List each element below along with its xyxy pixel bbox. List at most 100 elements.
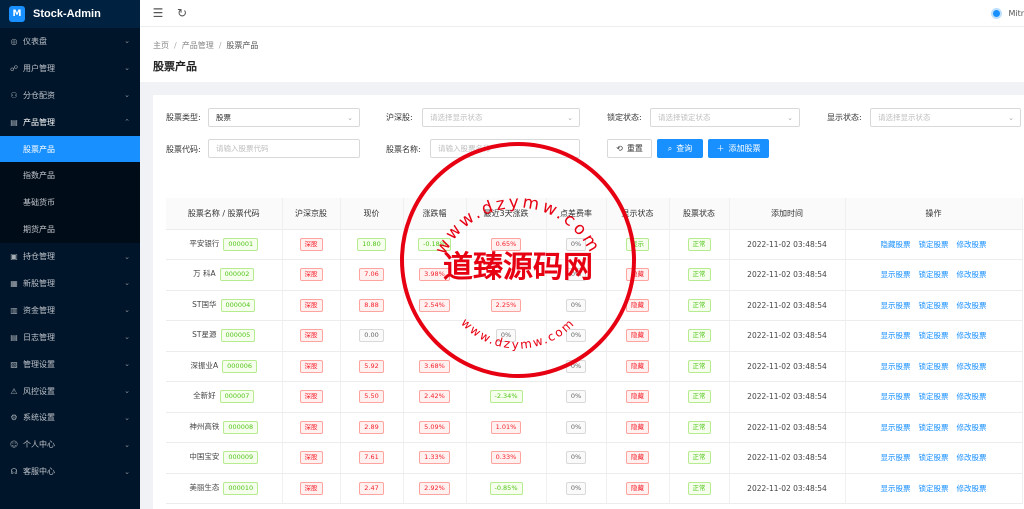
change3-tag: -2.34%: [489, 390, 523, 404]
change3-tag: 0.33%: [490, 451, 522, 465]
chevron-down-icon: ⌄: [124, 279, 130, 288]
user-menu[interactable]: Mitr: [991, 7, 1024, 19]
sidebar-subitem[interactable]: 股票产品: [0, 135, 140, 163]
show-status-tag: 隐藏: [626, 481, 649, 495]
refresh-icon[interactable]: ↻: [176, 6, 188, 20]
sidebar-item-settings[interactable]: ⚙ 系统设置 ⌄: [0, 404, 140, 431]
market-select[interactable]: 请选择显示状态 ⌄: [422, 108, 580, 127]
added-time: 2022-11-02 03:48:54: [729, 381, 846, 413]
sidebar-item-manage[interactable]: ▧ 管理设置 ⌄: [0, 351, 140, 378]
chevron-down-icon: ⌄: [124, 413, 130, 422]
row-actions: 隐藏股票 锁定股票 修改股票: [845, 229, 1023, 260]
lock-stock-link[interactable]: 锁定股票: [919, 423, 949, 432]
sidebar-item-log[interactable]: ▤ 日志管理 ⌄: [0, 324, 140, 351]
sidebar-item-branch[interactable]: ⚇ 分仓配资 ⌄: [0, 82, 140, 109]
sidebar-item-position[interactable]: ▣ 持仓管理 ⌄: [0, 243, 140, 270]
lock-stock-link[interactable]: 锁定股票: [919, 484, 949, 493]
menu-toggle-icon[interactable]: ☰: [152, 6, 164, 20]
sidebar-item-person[interactable]: ☺ 个人中心 ⌄: [0, 431, 140, 458]
avatar[interactable]: [991, 7, 1003, 19]
lock-stock-link[interactable]: 锁定股票: [919, 453, 949, 462]
stock-code-input[interactable]: 请输入股票代码: [208, 139, 360, 158]
toggle-show-link[interactable]: 显示股票: [881, 453, 911, 462]
edit-stock-link[interactable]: 修改股票: [957, 301, 987, 310]
lock-status-select[interactable]: 请选择锁定状态 ⌄: [650, 108, 800, 127]
lock-stock-link[interactable]: 锁定股票: [919, 362, 949, 371]
lock-stock-link[interactable]: 锁定股票: [919, 331, 949, 340]
column-header: 现价: [340, 198, 404, 230]
sidebar-item-label: 客服中心: [23, 467, 55, 477]
sidebar-item-users[interactable]: ☍ 用户管理 ⌄: [0, 55, 140, 82]
change-tag: 2.42%: [419, 390, 450, 404]
toggle-show-link[interactable]: 隐藏股票: [881, 240, 911, 249]
toggle-show-link[interactable]: 显示股票: [881, 301, 911, 310]
breadcrumb-home[interactable]: 主页: [153, 41, 169, 50]
breadcrumb: 主页 / 产品管理 / 股票产品: [153, 41, 259, 50]
market-label: 沪深股:: [386, 113, 413, 122]
sidebar-subitem[interactable]: 期货产品: [0, 216, 140, 244]
toggle-show-link[interactable]: 显示股票: [881, 423, 911, 432]
edit-stock-link[interactable]: 修改股票: [957, 484, 987, 493]
search-icon: ⌕: [667, 143, 673, 153]
row-actions: 显示股票 锁定股票 修改股票: [845, 412, 1023, 443]
column-header: 操作: [845, 198, 1023, 230]
stock-name-cell: 中国宝安 000009: [166, 442, 283, 474]
toggle-show-link[interactable]: 显示股票: [881, 392, 911, 401]
show-status-select[interactable]: 请选择显示状态 ⌄: [870, 108, 1021, 127]
page-title: 股票产品: [153, 60, 197, 73]
sidebar-subitem[interactable]: 基础货币: [0, 189, 140, 217]
query-button[interactable]: ⌕ 查询: [657, 139, 703, 158]
table-row: 平安银行 000001 深股 10.80 -0.18% 0.65% 0% 显示 正常 2022-1…: [166, 229, 1023, 260]
reset-button[interactable]: ⟲ 重置: [607, 139, 652, 158]
table-header: 股票名称 / 股票代码 沪深京股 现价 涨跌幅 最近3天涨跌 点差费率 显示状态 股票状态 添加…: [166, 198, 1023, 230]
settings-icon: ⚙: [10, 413, 18, 423]
edit-stock-link[interactable]: 修改股票: [957, 392, 987, 401]
sidebar-item-ipo[interactable]: ▦ 新股管理 ⌄: [0, 270, 140, 297]
spread-tag: 0%: [565, 359, 587, 373]
app-logo[interactable]: M Stock-Admin: [0, 0, 140, 28]
sidebar-item-dashboard[interactable]: ◎ 仪表盘 ⌄: [0, 28, 140, 55]
sidebar-item-label: 分仓配资: [23, 90, 55, 100]
stock-type-select[interactable]: 股票 ⌄: [208, 108, 360, 127]
sidebar-item-support[interactable]: ☊ 客服中心 ⌄: [0, 458, 140, 485]
toggle-show-link[interactable]: 显示股票: [881, 270, 911, 279]
page-header: 主页 / 产品管理 / 股票产品 股票产品: [140, 26, 1024, 82]
edit-stock-link[interactable]: 修改股票: [957, 453, 987, 462]
toggle-show-link[interactable]: 显示股票: [881, 331, 911, 340]
edit-stock-link[interactable]: 修改股票: [957, 362, 987, 371]
edit-stock-link[interactable]: 修改股票: [957, 331, 987, 340]
chevron-down-icon: ⌄: [124, 360, 130, 369]
sidebar-item-label: 新股管理: [23, 278, 55, 288]
sidebar-item-funds[interactable]: ▥ 资金管理 ⌄: [0, 297, 140, 324]
column-header: 涨跌幅: [403, 198, 467, 230]
edit-stock-link[interactable]: 修改股票: [957, 423, 987, 432]
sidebar-item-label: 日志管理: [23, 332, 55, 342]
sidebar-subitem[interactable]: 指数产品: [0, 162, 140, 190]
edit-stock-link[interactable]: 修改股票: [957, 270, 987, 279]
edit-stock-link[interactable]: 修改股票: [957, 240, 987, 249]
user-name: Mitr: [1008, 8, 1024, 18]
market-tag: 深股: [299, 298, 323, 312]
spread-tag: 0%: [565, 420, 587, 434]
stock-code-tag: 000007: [219, 390, 255, 404]
toggle-show-link[interactable]: 显示股票: [881, 484, 911, 493]
lock-stock-link[interactable]: 锁定股票: [919, 240, 949, 249]
market-tag: 深股: [299, 451, 323, 465]
stock-name-input[interactable]: 请输入股票名称: [430, 139, 580, 158]
person-icon: ☺: [9, 440, 19, 450]
sidebar-item-risk[interactable]: ⚠ 风控设置 ⌄: [0, 378, 140, 405]
market-tag: 深股: [299, 237, 323, 251]
stock-code-tag: 000001: [223, 237, 259, 251]
lock-stock-link[interactable]: 锁定股票: [919, 301, 949, 310]
stock-status-tag: 正常: [687, 268, 711, 282]
add-stock-button[interactable]: ＋添加股票: [708, 139, 769, 158]
sidebar-item-product[interactable]: ▤ 产品管理 ⌃: [0, 109, 140, 136]
breadcrumb-products[interactable]: 产品管理: [182, 41, 214, 50]
manage-icon: ▧: [10, 359, 18, 369]
lock-stock-link[interactable]: 锁定股票: [919, 270, 949, 279]
top-header: ☰ ↻ Mitr: [140, 0, 1024, 26]
toggle-show-link[interactable]: 显示股票: [881, 362, 911, 371]
lock-stock-link[interactable]: 锁定股票: [919, 392, 949, 401]
users-icon: ☍: [9, 63, 19, 73]
spread-tag: 0%: [565, 329, 587, 343]
